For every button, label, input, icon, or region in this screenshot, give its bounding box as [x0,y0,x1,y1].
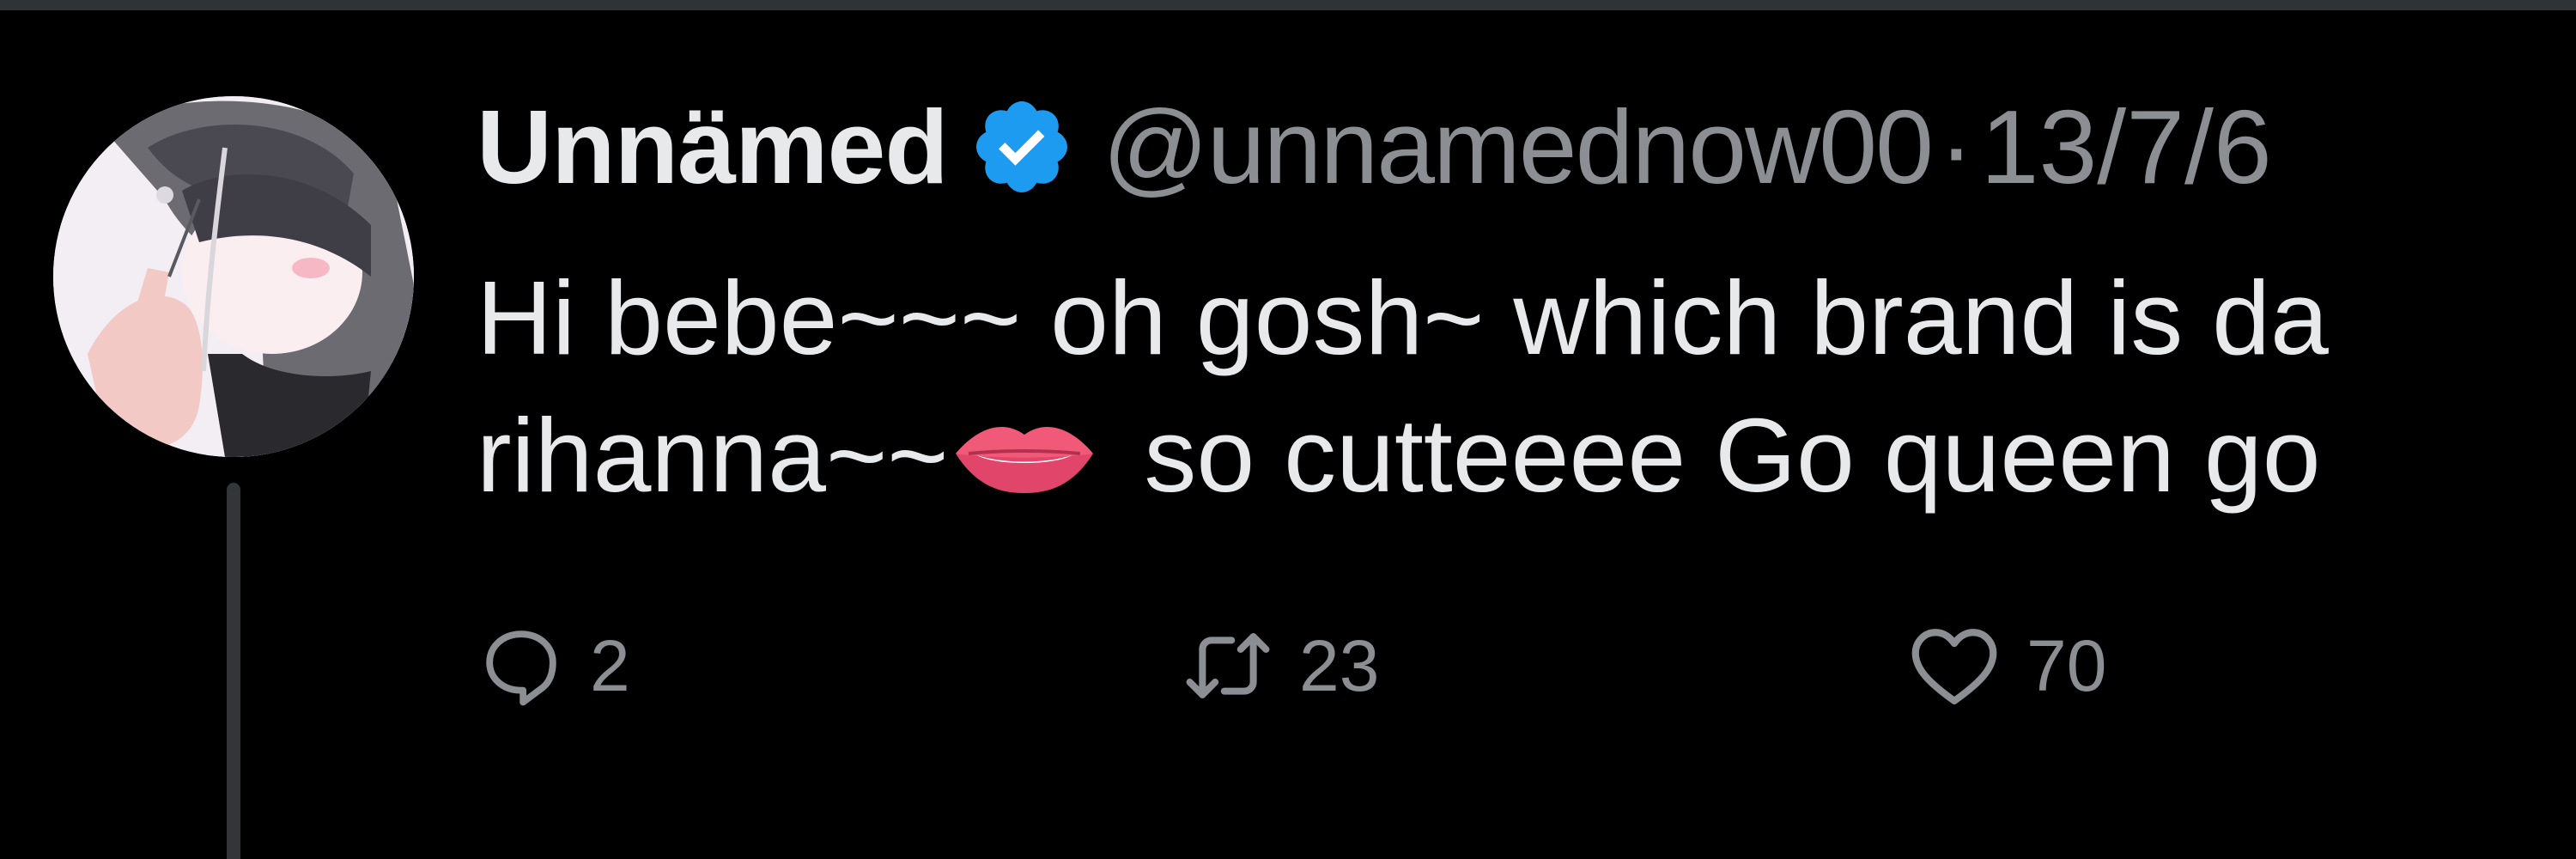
tweet-text-segment: so cutteeee Go queen go [1115,397,2321,514]
heart-icon [1906,621,2002,710]
tweet-text-line-2: rihanna~~ so cutteeee Go queen go [477,387,2329,524]
thread-connector-line [227,483,240,859]
like-button[interactable]: 70 [1906,614,2106,717]
tweet-header: Unnämed @unnamednow00 · 13/7/6 [477,82,2272,211]
tweet-text-segment: rihanna~~ [477,397,949,514]
retweet-button[interactable]: 23 [1181,614,1379,717]
lips-biting-emoji-icon [951,392,1097,493]
author-display-name[interactable]: Unnämed [477,87,949,207]
top-divider [0,0,2576,10]
reply-count: 2 [590,624,630,706]
tweet-text-line-1: Hi bebe~~~ oh gosh~ which brand is da [477,259,2329,376]
verified-badge-icon [969,94,1075,200]
header-separator: · [1938,88,1974,205]
like-count: 70 [2026,624,2107,706]
avatar-illustration [53,96,414,457]
tweet-actions-bar: 2 23 70 [477,614,2576,717]
tweet-body: Hi bebe~~~ oh gosh~ which brand is da ri… [477,249,2329,524]
retweet-count: 23 [1299,624,1380,706]
retweet-icon [1181,621,1275,710]
author-handle[interactable]: @unnamednow00 [1103,87,1934,207]
reply-button[interactable]: 2 [477,614,630,717]
avatar[interactable] [53,96,414,457]
tweet-date[interactable]: 13/7/6 [1981,87,2272,207]
reply-icon [477,621,566,710]
